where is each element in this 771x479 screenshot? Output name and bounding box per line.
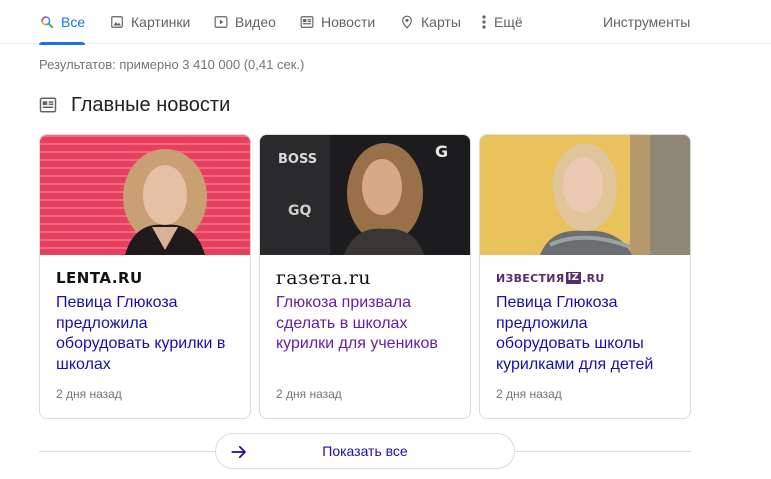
- source-logo-mark: IZ: [565, 272, 582, 284]
- search-tabs-bar: Все Картинки Видео Новости Карты Ещё Инс…: [0, 0, 771, 45]
- top-stories-header: Главные новости: [39, 92, 230, 118]
- source-logo-lenta: LENTA.RU: [56, 269, 143, 287]
- news-headline[interactable]: Глюкоза призвала сделать в школах курилк…: [276, 293, 461, 355]
- arrow-right-icon: [230, 443, 248, 461]
- tab-news[interactable]: Новости: [299, 0, 375, 44]
- news-headline[interactable]: Певица Глюкоза предложила оборудовать шк…: [496, 293, 681, 375]
- tab-video-label: Видео: [235, 14, 276, 30]
- news-timestamp: 2 дня назад: [276, 387, 342, 401]
- video-icon: [213, 14, 229, 30]
- news-thumbnail: [480, 135, 690, 255]
- svg-text:BOSS: BOSS: [278, 152, 317, 167]
- svg-text:G: G: [435, 142, 448, 161]
- news-source: ИЗВЕСТИЯ IZ .RU: [496, 269, 605, 287]
- tools-button[interactable]: Инструменты: [603, 0, 690, 44]
- source-logo-domain: .RU: [582, 271, 605, 285]
- news-card[interactable]: LENTA.RU Певица Глюкоза предложила обору…: [39, 134, 251, 419]
- news-thumbnail: [40, 135, 250, 255]
- show-all-label: Показать все: [322, 443, 408, 459]
- tab-more[interactable]: Ещё: [480, 0, 523, 44]
- news-timestamp: 2 дня назад: [496, 387, 562, 401]
- news-thumbnail: BOSS GQ G: [260, 135, 470, 255]
- tab-news-label: Новости: [321, 14, 376, 30]
- news-source: LENTA.RU: [56, 269, 143, 287]
- source-logo-gazeta: газета.ru: [276, 267, 371, 289]
- source-logo-izvestia: ИЗВЕСТИЯ IZ .RU: [496, 272, 605, 285]
- top-stories-title: Главные новости: [71, 93, 231, 116]
- tab-images-label: Картинки: [131, 14, 191, 30]
- map-pin-icon: [399, 14, 415, 30]
- result-stats: Результатов: примерно 3 410 000 (0,41 се…: [39, 57, 305, 72]
- tab-all[interactable]: Все: [39, 0, 86, 45]
- search-icon: [39, 14, 55, 30]
- news-card[interactable]: BOSS GQ G газета.ru Глюкоза призвала сде…: [259, 134, 471, 419]
- news-icon: [39, 96, 57, 114]
- show-all-button[interactable]: Показать все: [215, 433, 515, 469]
- top-stories-carousel: LENTA.RU Певица Глюкоза предложила обору…: [39, 134, 691, 419]
- tab-more-label: Ещё: [494, 14, 523, 30]
- source-logo-text: ИЗВЕСТИЯ: [496, 271, 565, 285]
- news-headline[interactable]: Певица Глюкоза предложила оборудовать ку…: [56, 293, 241, 375]
- news-source: газета.ru: [276, 267, 371, 289]
- news-icon: [299, 14, 315, 30]
- tab-maps[interactable]: Карты: [399, 0, 461, 44]
- more-vertical-icon: [480, 14, 488, 30]
- news-timestamp: 2 дня назад: [56, 387, 122, 401]
- svg-text:GQ: GQ: [288, 203, 311, 219]
- tab-video[interactable]: Видео: [213, 0, 276, 44]
- tab-maps-label: Карты: [421, 14, 461, 30]
- tab-all-label: Все: [61, 14, 86, 30]
- image-icon: [109, 14, 125, 30]
- news-card[interactable]: ИЗВЕСТИЯ IZ .RU Певица Глюкоза предложил…: [479, 134, 691, 419]
- tab-images[interactable]: Картинки: [109, 0, 190, 44]
